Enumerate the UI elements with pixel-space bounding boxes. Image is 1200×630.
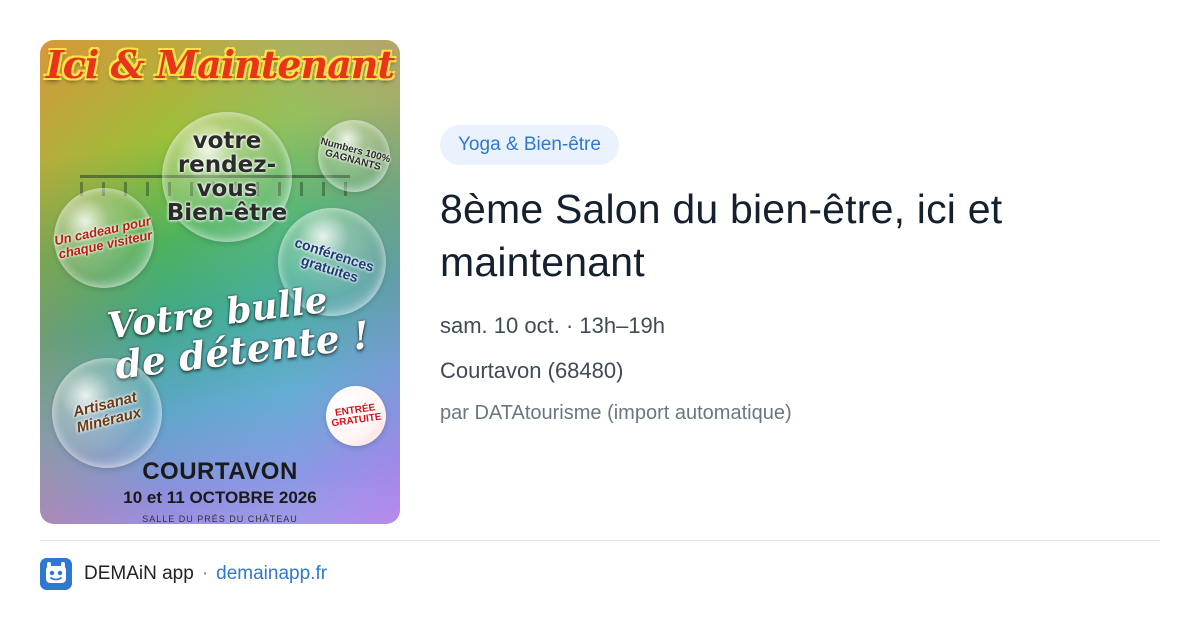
footer-domain-link[interactable]: demainapp.fr bbox=[216, 563, 327, 584]
footer-app-name: DEMAiN app bbox=[84, 563, 194, 584]
poster-bubble-rendezvous: votre rendez-vous Bien-être bbox=[162, 112, 292, 242]
footer-divider bbox=[40, 540, 1160, 541]
footer-source: DEMAiN app · demainapp.fr bbox=[84, 563, 327, 585]
event-title[interactable]: 8ème Salon du bien-être, ici et maintena… bbox=[440, 183, 1140, 289]
poster-title: Ici & Maintenant bbox=[45, 42, 395, 87]
event-poster-image[interactable]: Ici & Maintenant votre rendez-vous Bien-… bbox=[40, 40, 400, 524]
footer-separator: · bbox=[201, 563, 209, 584]
poster-dates: 10 et 11 OCTOBRE 2026 bbox=[123, 488, 317, 507]
event-location: Courtavon (68480) bbox=[440, 358, 624, 383]
app-logo-icon bbox=[40, 558, 72, 590]
event-datetime: sam. 10 oct. · 13h–19h bbox=[440, 313, 666, 338]
event-organizer: par DATAtourisme (import automatique) bbox=[440, 402, 792, 424]
category-tag[interactable]: Yoga & Bien-être bbox=[440, 125, 619, 165]
poster-venue: SALLE DU PRÉS DU CHÂTEAU bbox=[142, 514, 298, 524]
poster-city: COURTAVON bbox=[142, 458, 298, 485]
